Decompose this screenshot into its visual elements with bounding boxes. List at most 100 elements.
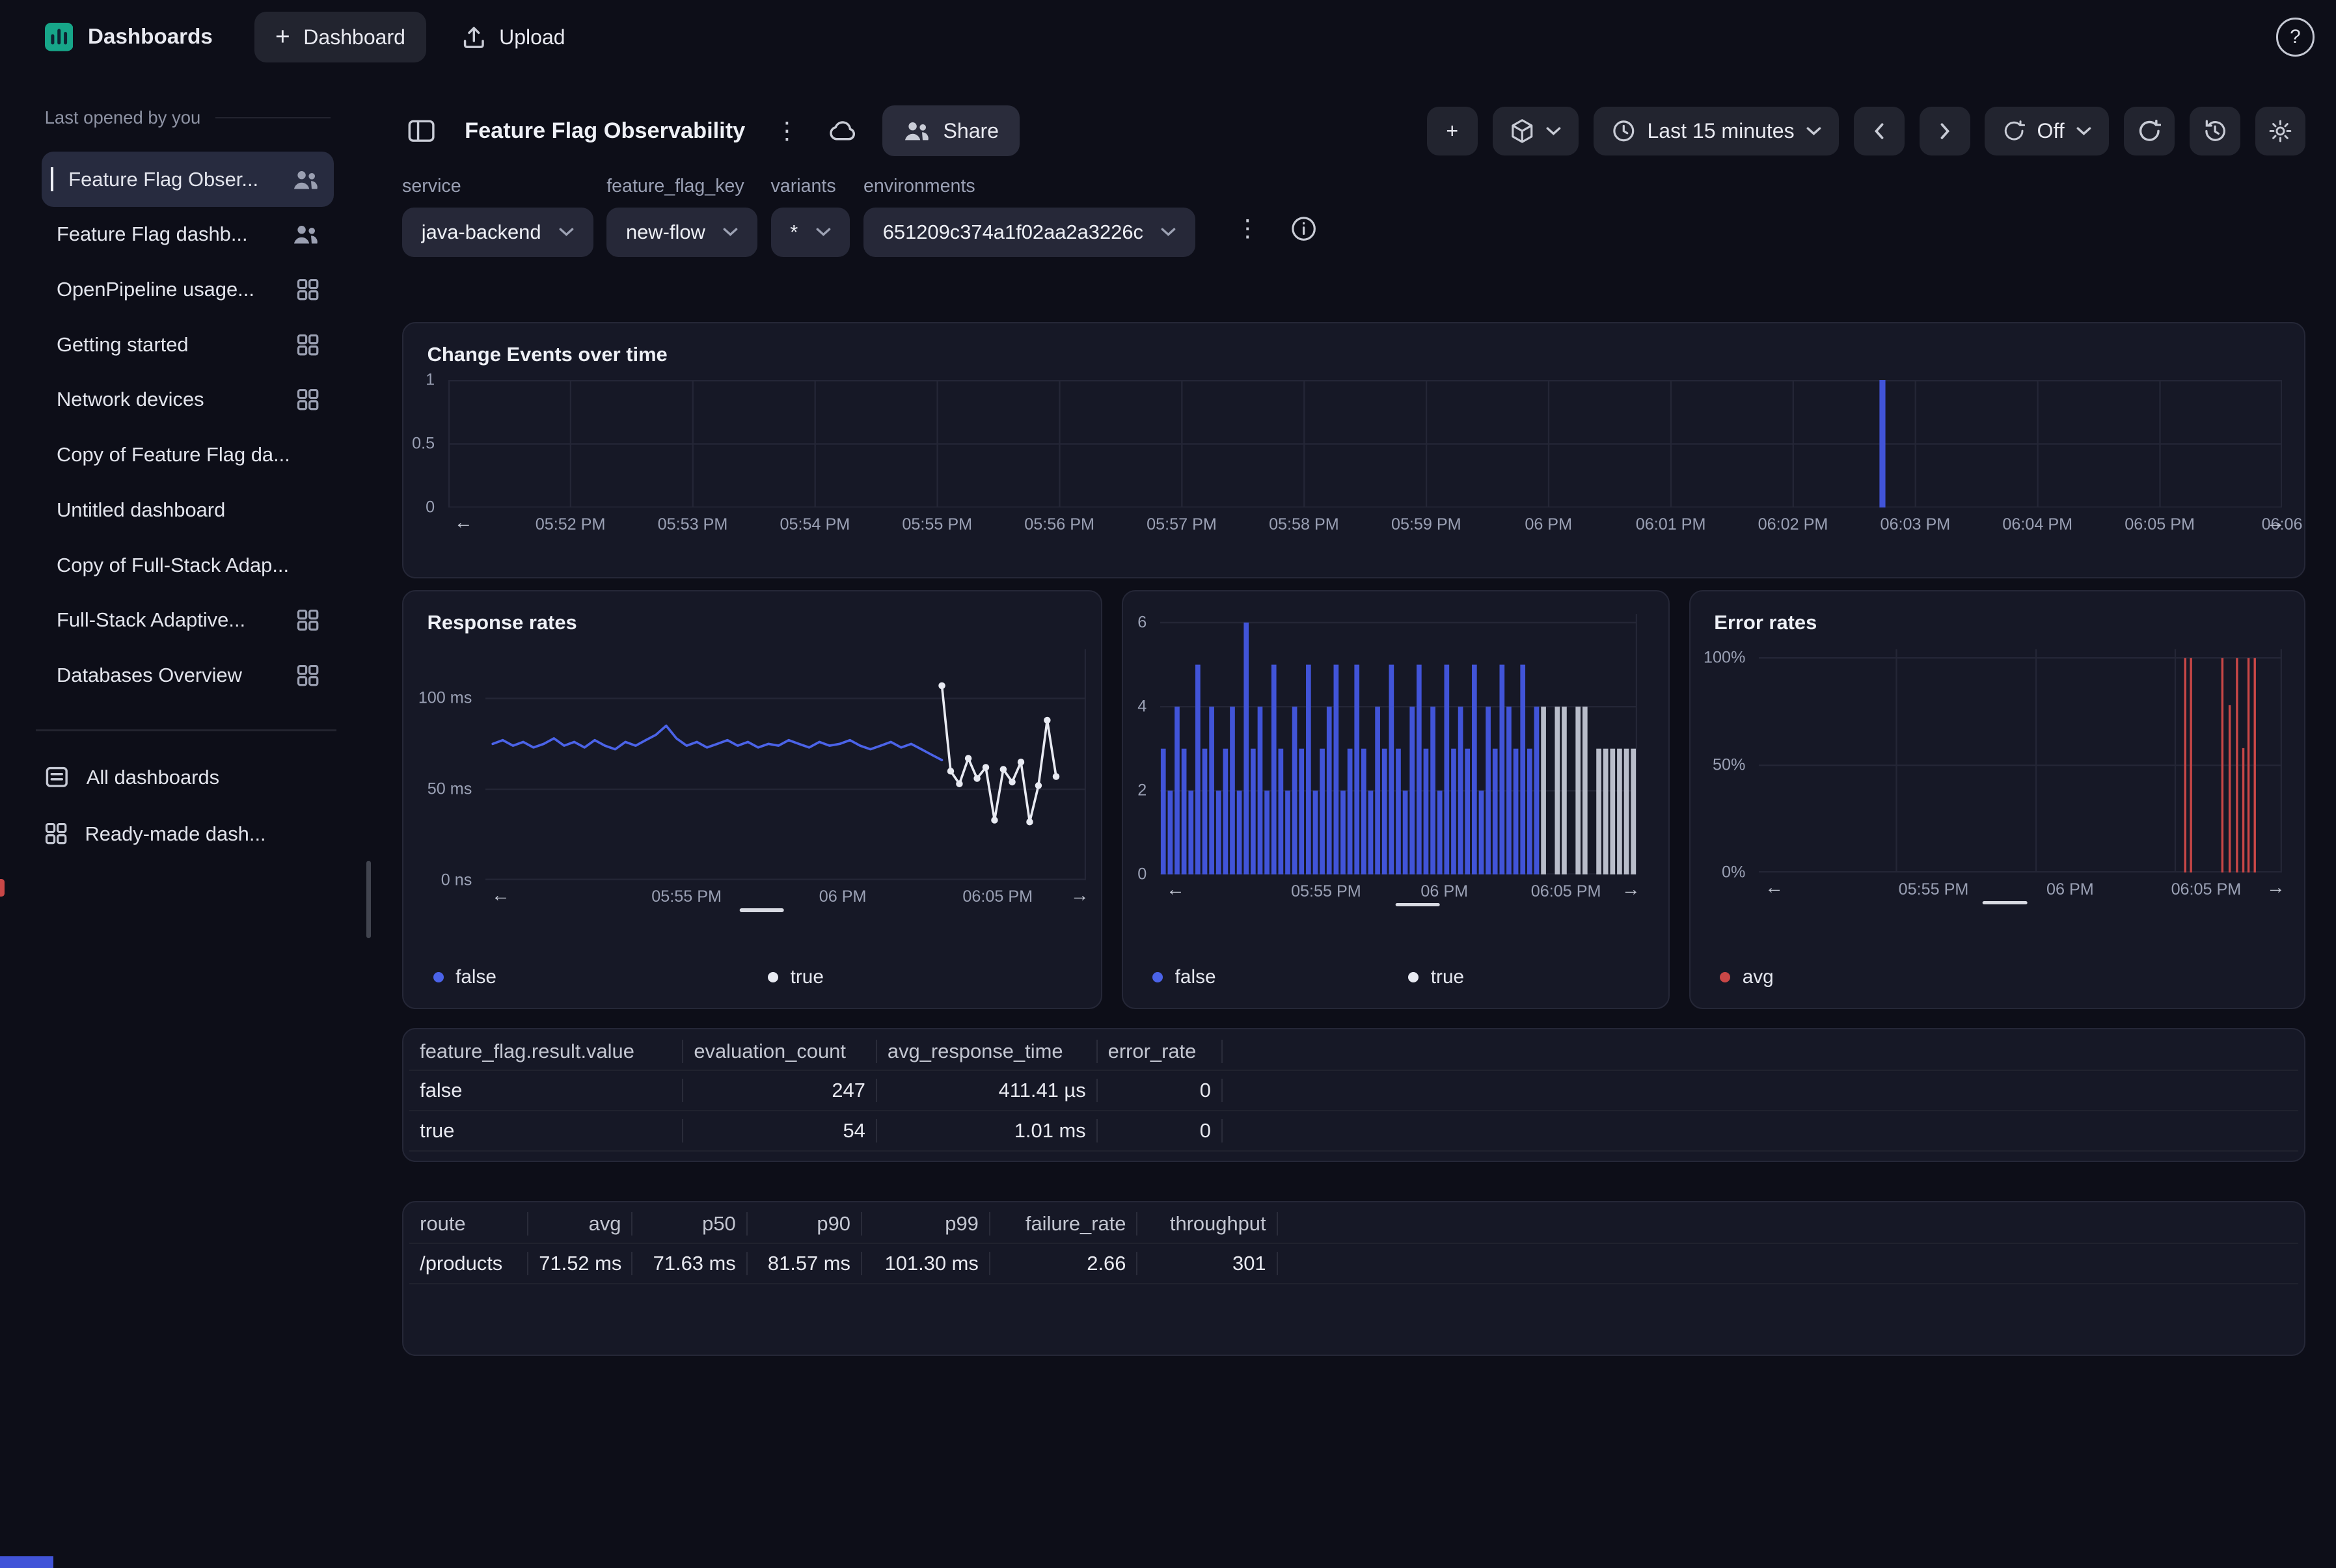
x-axis-label: 06:05 PM <box>1531 882 1601 901</box>
legend-item-true[interactable]: true <box>1408 966 1464 988</box>
legend-item-false[interactable]: false <box>1152 966 1408 988</box>
sidebar-item-label: Ready-made dash... <box>85 822 265 846</box>
app-logo-icon <box>45 23 73 51</box>
sidebar-item-untitled-dashboard[interactable]: Untitled dashboard <box>42 483 334 538</box>
sidebar-item-copy-of-feature-flag-da[interactable]: Copy of Feature Flag da... <box>42 427 334 483</box>
pan-left-icon[interactable]: ← <box>1166 879 1185 900</box>
add-panel-button[interactable]: + <box>1427 107 1478 156</box>
filter-value: new-flow <box>626 221 705 244</box>
chart-error-rates[interactable] <box>1759 649 2282 872</box>
table-cell: 81.57 ms <box>748 1252 862 1275</box>
table-cell: 1.01 ms <box>877 1119 1098 1142</box>
filter-value: * <box>790 221 798 244</box>
dashboard-icon <box>297 278 319 301</box>
filter-dropdown-variants[interactable]: * <box>771 208 850 257</box>
sidebar-scrollbar[interactable] <box>366 861 371 938</box>
sidebar-item-ready-made-dash[interactable]: Ready-made dash... <box>0 805 372 862</box>
chart-response-rates[interactable] <box>485 649 1086 880</box>
x-axis-label: 05:55 PM <box>651 887 722 906</box>
sidebar-item-full-stack-adaptive[interactable]: Full-Stack Adaptive... <box>42 593 334 648</box>
sidebar-item-all-dashboards[interactable]: All dashboards <box>0 749 372 805</box>
dashboard-icon <box>45 822 67 845</box>
sidebar-item-databases-overview[interactable]: Databases Overview <box>42 648 334 703</box>
collapse-sidebar-button[interactable] <box>402 113 441 149</box>
filter-dropdown-environments[interactable]: 651209c374a1f02aa2a3226c <box>863 208 1195 257</box>
column-header-avg[interactable]: avg <box>528 1212 632 1236</box>
text-caret <box>51 167 54 191</box>
column-header-feature-flag-result-value[interactable]: feature_flag.result.value <box>409 1040 683 1063</box>
brand[interactable]: Dashboards <box>45 23 213 51</box>
filter-dropdown-feature-flag-key[interactable]: new-flow <box>606 208 757 257</box>
column-header-failure-rate[interactable]: failure_rate <box>990 1212 1138 1236</box>
filter-dropdown-service[interactable]: java-backend <box>402 208 593 257</box>
help-button[interactable]: ? <box>2276 18 2315 57</box>
y-axis-label: 0 <box>1137 865 1147 884</box>
chevron-down-icon <box>1806 127 1821 136</box>
pan-right-icon[interactable]: → <box>1070 885 1089 906</box>
y-axis-label: 0% <box>1722 863 1745 882</box>
filter-menu-button[interactable]: ⋮ <box>1230 211 1266 247</box>
chevron-down-icon <box>1546 127 1561 136</box>
column-header-route[interactable]: route <box>409 1212 528 1236</box>
pan-right-icon[interactable]: → <box>1622 879 1640 900</box>
sidebar-item-label: Feature Flag dashb... <box>57 223 280 246</box>
table-row[interactable]: false247411.41 µs0 <box>409 1071 2298 1111</box>
sidebar-section-label: Last opened by you <box>45 107 201 128</box>
chevron-down-icon <box>1161 228 1176 237</box>
sidebar-item-feature-flag-dashb[interactable]: Feature Flag dashb... <box>42 207 334 262</box>
column-header-avg-response-time[interactable]: avg_response_time <box>877 1040 1098 1063</box>
refresh-button[interactable] <box>2124 107 2175 156</box>
pan-right-icon[interactable]: → <box>2266 877 2285 899</box>
sync-status-button[interactable] <box>822 114 864 148</box>
chart-change-events[interactable] <box>448 380 2282 508</box>
x-axis-label: 05:56 PM <box>1024 515 1094 534</box>
table-header-row: routeavgp50p90p99failure_ratethroughput <box>409 1205 2298 1244</box>
resource-selector[interactable] <box>1493 107 1579 156</box>
pan-right-icon[interactable]: → <box>2266 512 2285 534</box>
sidebar-item-openpipeline-usage[interactable]: OpenPipeline usage... <box>42 262 334 318</box>
sidebar-item-network-devices[interactable]: Network devices <box>42 372 334 427</box>
scroll-indicator[interactable] <box>739 908 784 912</box>
table-header-row: feature_flag.result.valueevaluation_coun… <box>409 1033 2298 1072</box>
time-range-selector[interactable]: Last 15 minutes <box>1594 107 1839 156</box>
shell: Last opened by you Feature Flag Obser...… <box>0 74 2335 1568</box>
share-button[interactable]: Share <box>882 105 1020 156</box>
column-header-error-rate[interactable]: error_rate <box>1098 1040 1223 1063</box>
filter-label: feature_flag_key <box>606 176 757 197</box>
history-button[interactable] <box>2190 107 2240 156</box>
time-forward-button[interactable] <box>1920 107 1970 156</box>
y-axis-label: 1 <box>426 370 435 389</box>
pan-left-icon[interactable]: ← <box>491 885 510 906</box>
scroll-indicator[interactable] <box>1983 901 2028 905</box>
sidebar-item-label: Network devices <box>57 388 284 411</box>
x-axis-label: 05:57 PM <box>1147 515 1217 534</box>
auto-refresh-selector[interactable]: Off <box>1985 107 2109 156</box>
sidebar-item-getting-started[interactable]: Getting started <box>42 317 334 372</box>
column-header-throughput[interactable]: throughput <box>1137 1212 1277 1236</box>
column-header-p90[interactable]: p90 <box>748 1212 862 1236</box>
column-header-p99[interactable]: p99 <box>862 1212 990 1236</box>
legend-item-avg[interactable]: avg <box>1720 966 1773 988</box>
pan-left-icon[interactable]: ← <box>1765 877 1784 899</box>
table-row[interactable]: true541.01 ms0 <box>409 1111 2298 1152</box>
legend-item-false[interactable]: false <box>433 966 768 988</box>
chart-evaluations[interactable] <box>1160 614 1637 875</box>
sidebar-item-copy-of-full-stack-adap[interactable]: Copy of Full-Stack Adap... <box>42 537 334 593</box>
upload-button[interactable]: Upload <box>441 12 586 62</box>
legend-label: avg <box>1743 966 1774 988</box>
filter-info-button[interactable] <box>1284 209 1323 247</box>
scroll-indicator[interactable] <box>1395 903 1440 907</box>
new-dashboard-button[interactable]: + Dashboard <box>254 12 426 62</box>
sidebar-item-feature-flag-obser[interactable]: Feature Flag Obser... <box>42 152 334 207</box>
legend-item-true[interactable]: true <box>768 966 824 988</box>
settings-button[interactable] <box>2255 107 2306 156</box>
pan-left-icon[interactable]: ← <box>454 512 473 534</box>
time-back-button[interactable] <box>1854 107 1905 156</box>
column-header-evaluation-count[interactable]: evaluation_count <box>683 1040 877 1063</box>
table-cell: 71.52 ms <box>528 1252 632 1275</box>
y-axis: 10.50 <box>403 380 448 508</box>
dashboard-menu-button[interactable]: ⋮ <box>769 113 805 149</box>
table-row[interactable]: /products71.52 ms71.63 ms81.57 ms101.30 … <box>409 1244 2298 1284</box>
column-header-p50[interactable]: p50 <box>632 1212 747 1236</box>
filter-feature-flag-key: feature_flag_key new-flow <box>606 176 757 257</box>
